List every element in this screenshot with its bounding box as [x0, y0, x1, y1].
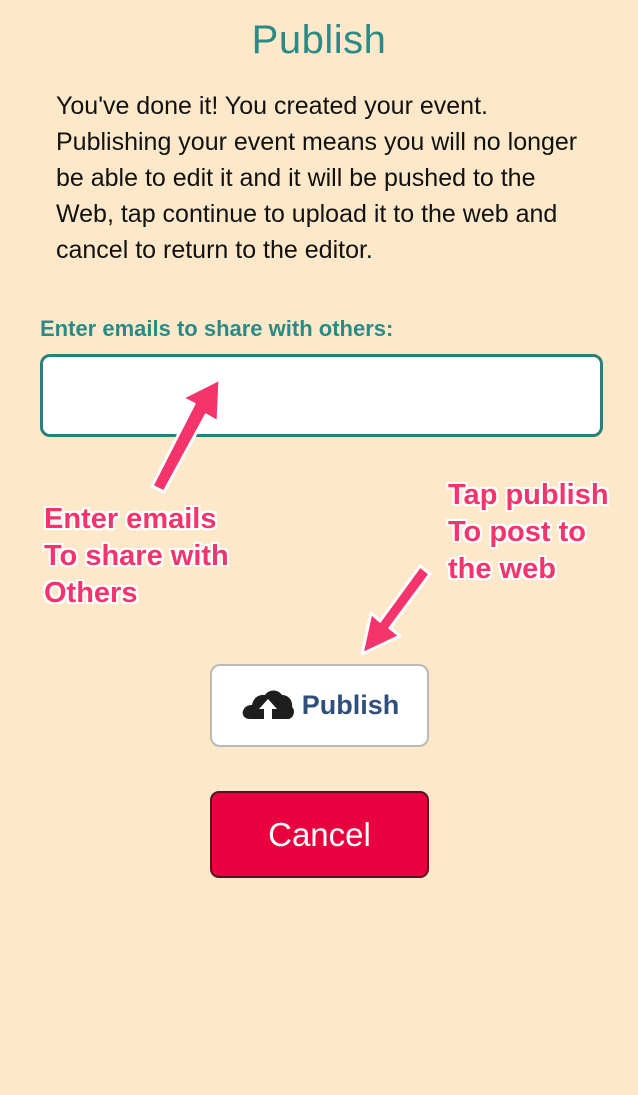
publish-button[interactable]: Publish — [210, 664, 429, 747]
email-annotation-line: Others — [44, 577, 138, 609]
cancel-button[interactable]: Cancel — [210, 791, 429, 878]
publish-description: You've done it! You created your event. … — [56, 92, 578, 264]
email-share-input[interactable] — [40, 354, 603, 437]
email-share-label: Enter emails to share with others: — [40, 316, 394, 341]
email-annotation: Enter emails To share with Others — [44, 501, 229, 612]
publish-annotation-line: To post to — [448, 516, 586, 548]
email-annotation-line: Enter emails — [44, 503, 217, 535]
publish-dialog: Publish You've done it! You created your… — [0, 0, 638, 1095]
publish-annotation-line: the web — [448, 553, 556, 585]
publish-annotation-line: Tap publish — [448, 479, 609, 511]
page-title: Publish — [251, 18, 387, 62]
cancel-button-label: Cancel — [268, 815, 371, 853]
cloud-upload-icon — [240, 683, 296, 728]
publish-arrow-icon — [360, 564, 432, 656]
publish-annotation: Tap publish To post to the web — [448, 477, 609, 588]
email-annotation-line: To share with — [44, 540, 229, 572]
publish-button-label: Publish — [301, 690, 400, 720]
